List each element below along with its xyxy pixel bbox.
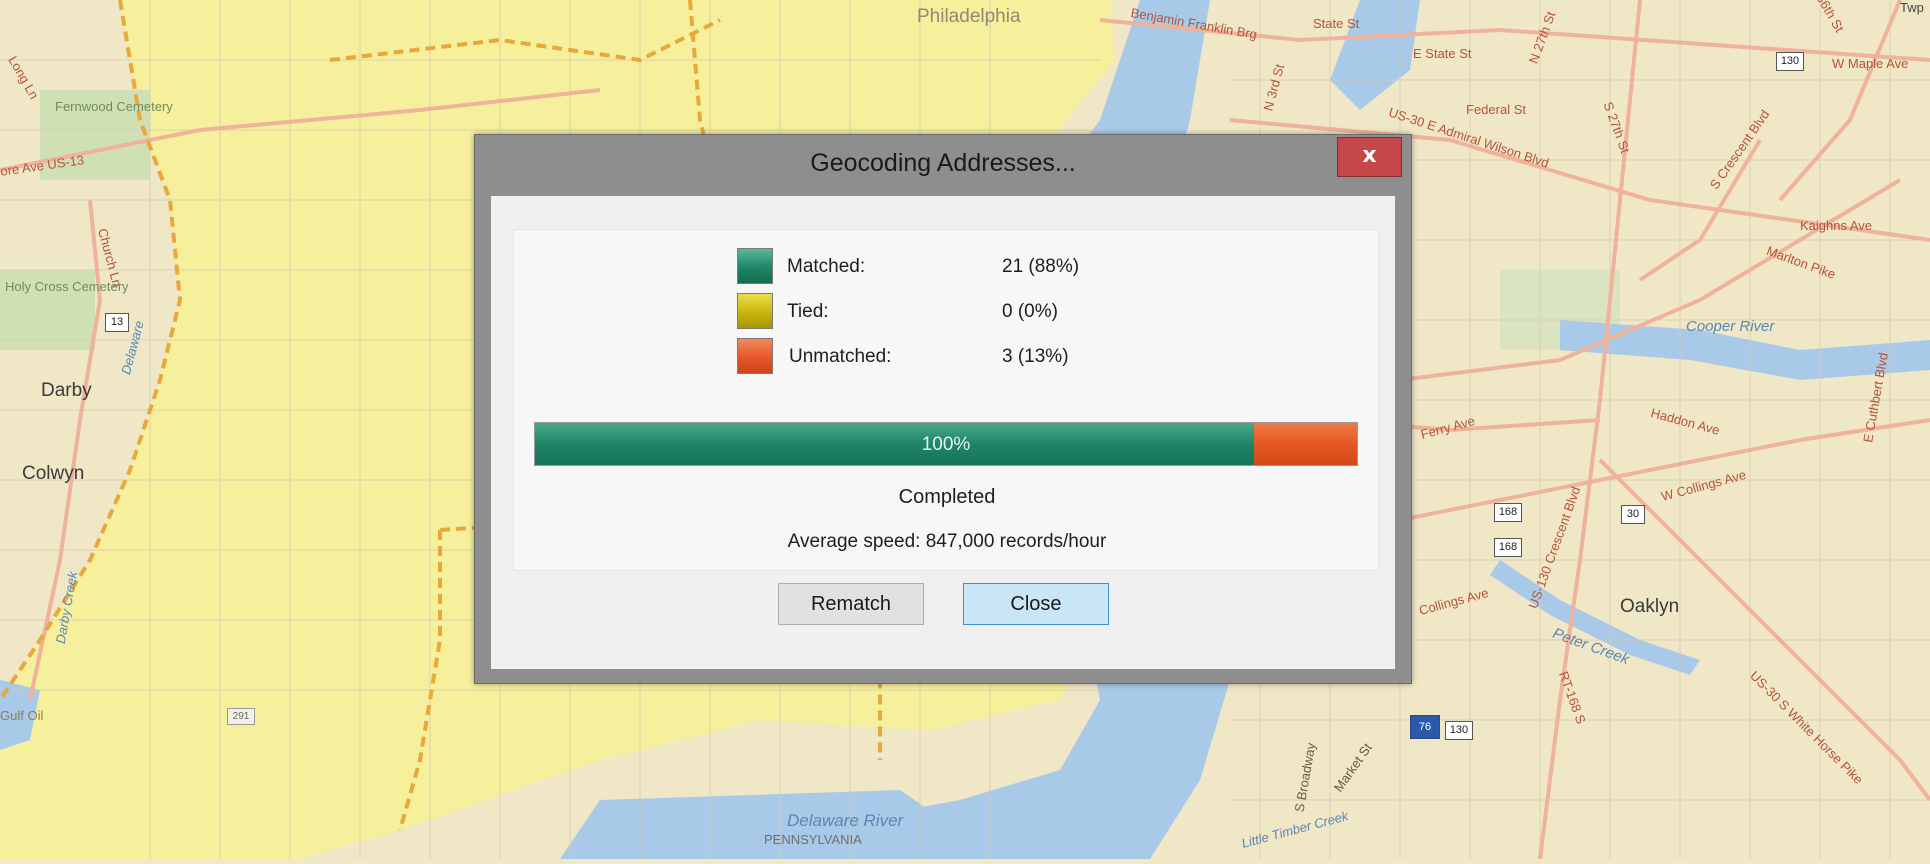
tied-value: 0 (0%) [1002,301,1058,322]
status-text: Completed [898,486,996,508]
rematch-button[interactable]: Rematch [778,583,924,625]
unmatched-color-swatch [737,338,773,374]
dialog-body: Matched: 21 (88%) Tied: 0 (0%) Unmatched… [491,196,1395,669]
progress-bar: 100% [534,422,1358,466]
close-icon[interactable]: x [1337,137,1402,177]
matched-value: 21 (88%) [1002,256,1080,277]
matched-color-swatch [737,248,773,284]
matched-label: Matched: [787,256,866,277]
close-button[interactable]: Close [963,583,1109,625]
average-speed-text: Average speed: 847,000 records/hour [787,531,1107,552]
tied-color-swatch [737,293,773,329]
dialog-title: Geocoding Addresses... [810,149,1076,177]
geocoding-dialog: Geocoding Addresses... x Matched: 21 (88… [474,134,1412,684]
results-panel: Matched: 21 (88%) Tied: 0 (0%) Unmatched… [513,229,1379,571]
unmatched-label: Unmatched: [789,346,892,367]
progress-percent: 100% [921,434,971,455]
tied-label: Tied: [787,301,829,322]
dialog-titlebar[interactable]: Geocoding Addresses... x [475,135,1411,195]
legend-row-unmatched: Unmatched: 3 (13%) [514,338,1380,374]
legend-row-matched: Matched: 21 (88%) [514,248,1380,284]
legend-row-tied: Tied: 0 (0%) [514,293,1380,329]
unmatched-value: 3 (13%) [1002,346,1069,367]
